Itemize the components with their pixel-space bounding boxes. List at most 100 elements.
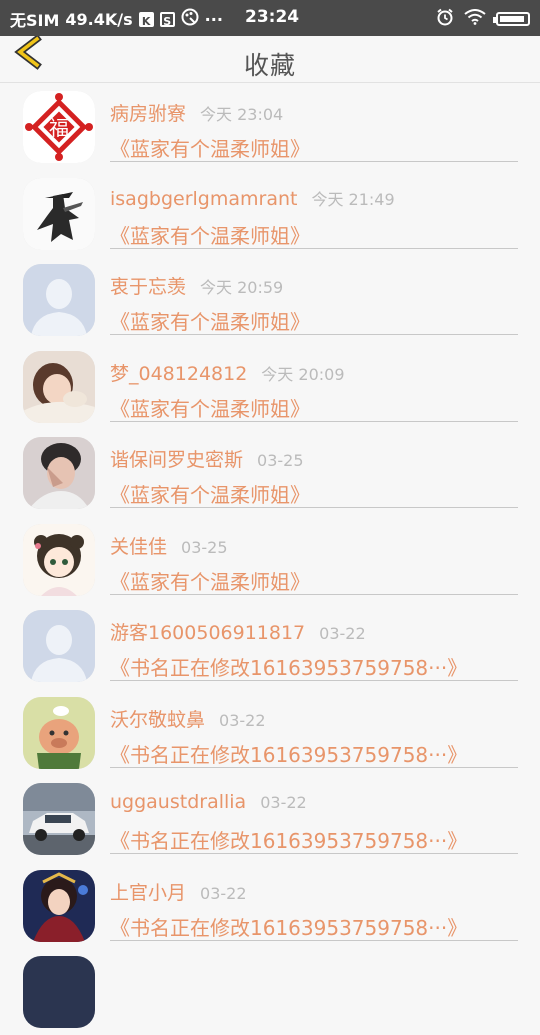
timestamp: 今天 23:04 — [200, 105, 284, 124]
username[interactable]: 谐保间罗史密斯 — [110, 449, 243, 471]
book-title[interactable]: 《蓝家有个温柔师姐》 — [110, 479, 310, 508]
status-right — [436, 8, 530, 30]
username[interactable]: uggaustdrallia — [110, 791, 246, 813]
list-item[interactable]: 梦_048124812 今天 20:09 《蓝家有个温柔师姐》 — [0, 343, 540, 430]
book-title[interactable]: 《蓝家有个温柔师姐》 — [110, 220, 310, 249]
divider — [110, 593, 518, 595]
list-item[interactable]: isagbgerlgmamrant 今天 21:49 《蓝家有个温柔师姐》 — [0, 170, 540, 257]
item-header: isagbgerlgmamrant 今天 21:49 — [110, 186, 395, 210]
list-item[interactable]: 上官小月 03-22 《书名正在修改16163953759758···》 — [0, 862, 540, 949]
girl-photo-image — [23, 350, 95, 423]
dark-knight-image — [23, 177, 95, 250]
username[interactable]: 衷于忘羡 — [110, 276, 186, 298]
list-item[interactable]: 衷于忘羡 今天 20:59 《蓝家有个温柔师姐》 — [0, 256, 540, 343]
battery-icon — [493, 12, 530, 26]
avatar[interactable]: 福 — [23, 91, 95, 163]
username[interactable]: isagbgerlgmamrant — [110, 188, 297, 210]
username[interactable]: 游客1600506911817 — [110, 622, 305, 644]
wifi-icon — [464, 9, 486, 29]
item-header: 病房驸寮 今天 23:04 — [110, 99, 283, 126]
list-item[interactable]: uggaustdrallia 03-22 《书名正在修改1616395375975… — [0, 775, 540, 862]
divider — [110, 334, 518, 335]
book-title[interactable]: 《蓝家有个温柔师姐》 — [110, 133, 310, 162]
timestamp: 03-22 — [200, 883, 247, 903]
item-header: 谐保间罗史密斯 03-25 — [110, 445, 304, 472]
default-user-image — [23, 610, 95, 682]
divider — [110, 247, 518, 249]
username[interactable]: 梦_048124812 — [110, 363, 247, 385]
list-item[interactable]: 游客1600506911817 03-22 《书名正在修改161639537597… — [0, 602, 540, 689]
boy-photo-image — [23, 437, 95, 509]
more-notifications: ··· — [204, 9, 223, 29]
username[interactable]: 病房驸寮 — [110, 103, 186, 125]
book-title[interactable]: 《书名正在修改16163953759758···》 — [110, 739, 467, 768]
timestamp: 今天 20:09 — [261, 364, 345, 384]
item-header: 游客1600506911817 03-22 — [110, 618, 366, 645]
cartoon-pig-image — [23, 696, 95, 769]
clock: 23:24 — [245, 7, 300, 27]
item-header: uggaustdrallia 03-22 — [110, 791, 307, 813]
book-title[interactable]: 《蓝家有个温柔师姐》 — [110, 566, 310, 595]
white-car-image — [23, 783, 95, 855]
divider — [110, 420, 518, 422]
avatar[interactable] — [23, 177, 95, 250]
svg-text:福: 福 — [49, 116, 69, 140]
carrier-text: 无SIM — [10, 11, 60, 30]
username[interactable]: 上官小月 — [110, 882, 186, 904]
timestamp: 03-22 — [319, 624, 366, 643]
k-app-icon: K — [138, 11, 154, 28]
username[interactable]: 关佳佳 — [110, 536, 167, 558]
item-header: 衷于忘羡 今天 20:59 — [110, 272, 283, 299]
book-title[interactable]: 《蓝家有个温柔师姐》 — [110, 306, 310, 335]
timestamp: 03-25 — [181, 537, 228, 557]
item-header: 上官小月 03-22 — [110, 878, 247, 905]
divider — [110, 766, 518, 768]
avatar[interactable] — [23, 869, 95, 942]
timestamp: 今天 21:49 — [311, 189, 395, 209]
list-item[interactable]: 福 病房驸寮 今天 23:04 《蓝家有个温柔师姐》 — [0, 83, 540, 170]
header: 收藏 — [0, 34, 540, 83]
palette-icon — [181, 8, 199, 30]
avatar[interactable] — [23, 610, 95, 682]
divider — [110, 939, 518, 941]
divider — [110, 507, 518, 508]
item-header: 梦_048124812 今天 20:09 — [110, 359, 345, 386]
list-item[interactable] — [0, 948, 540, 1035]
avatar[interactable] — [23, 523, 95, 596]
game-character-image — [23, 869, 95, 942]
divider — [110, 853, 518, 854]
status-left: 无SIM 49.4K/s K S ··· — [10, 7, 223, 31]
timestamp: 03-25 — [257, 451, 304, 470]
divider — [110, 161, 518, 162]
timestamp: 03-22 — [260, 793, 307, 812]
book-title[interactable]: 《书名正在修改16163953759758···》 — [110, 825, 467, 854]
page-title: 收藏 — [243, 51, 296, 80]
username[interactable]: 沃尔敬蚊鼻 — [110, 709, 205, 731]
favorites-list: 福 病房驸寮 今天 23:04 《蓝家有个温柔师姐》 isagbgerlgmamr… — [0, 83, 540, 1035]
list-item[interactable]: 谐保间罗史密斯 03-25 《蓝家有个温柔师姐》 — [0, 429, 540, 516]
avatar[interactable] — [23, 437, 95, 509]
timestamp: 今天 20:59 — [200, 278, 284, 297]
s-app-icon: S — [159, 11, 175, 28]
fu-papercut-image: 福 — [23, 91, 95, 163]
item-header: 关佳佳 03-25 — [110, 532, 228, 559]
divider — [110, 680, 518, 681]
alarm-icon — [436, 8, 454, 30]
avatar[interactable] — [23, 696, 95, 769]
book-title[interactable]: 《书名正在修改16163953759758···》 — [110, 652, 467, 681]
list-item[interactable]: 沃尔敬蚊鼻 03-22 《书名正在修改16163953759758···》 — [0, 689, 540, 776]
avatar[interactable] — [23, 783, 95, 855]
avatar[interactable] — [23, 956, 95, 1028]
avatar[interactable] — [23, 264, 95, 336]
book-title[interactable]: 《蓝家有个温柔师姐》 — [110, 393, 310, 422]
list-item[interactable]: 关佳佳 03-25 《蓝家有个温柔师姐》 — [0, 516, 540, 603]
anime-girl-image — [23, 523, 95, 596]
status-bar: 无SIM 49.4K/s K S ··· 23:24 — [0, 0, 540, 36]
avatar[interactable] — [23, 350, 95, 423]
timestamp: 03-22 — [219, 710, 266, 730]
partial-avatar-image — [23, 956, 95, 1028]
item-header: 沃尔敬蚊鼻 03-22 — [110, 705, 266, 732]
network-speed: 49.4K/s — [65, 9, 133, 29]
default-user-image — [23, 264, 95, 336]
book-title[interactable]: 《书名正在修改16163953759758···》 — [110, 912, 467, 941]
